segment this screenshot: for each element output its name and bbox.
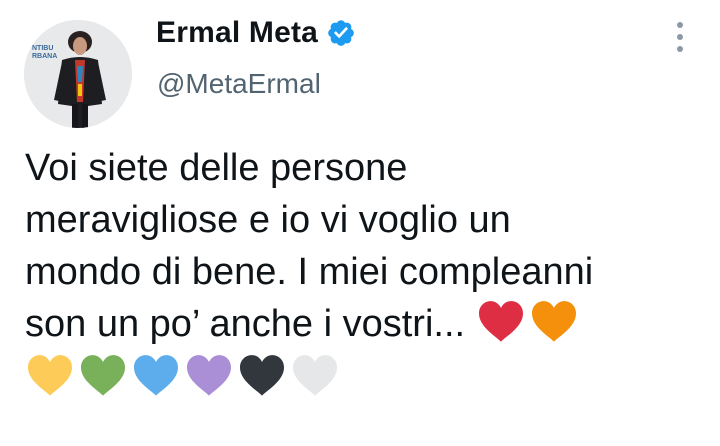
more-dot [677,22,683,28]
svg-text:RBANA: RBANA [32,53,57,60]
more-dot [677,34,683,40]
more-options-icon[interactable] [670,22,690,52]
verified-badge-icon [326,18,356,48]
tweet-text: Voi siete delle persone meravigliose e i… [25,142,705,404]
yellow-heart-icon [25,353,75,397]
blue-heart-icon [131,353,181,397]
tweet-card: NTIBU RBANA Ermal Meta @MetaErmal Voi si… [0,0,720,446]
tweet-line: meravigliose e io vi voglio un [25,199,511,241]
avatar[interactable]: NTIBU RBANA [24,20,132,128]
orange-heart-icon [529,299,579,343]
black-heart-icon [237,353,287,397]
user-handle[interactable]: @MetaErmal [157,68,321,100]
tweet-line: Voi siete delle persone [25,147,408,189]
more-dot [677,46,683,52]
hearts-row [25,352,705,404]
white-heart-icon [290,353,340,397]
display-name[interactable]: Ermal Meta [156,16,318,50]
tweet-line: mondo di bene. I miei compleanni [25,251,594,293]
purple-heart-icon [184,353,234,397]
red-heart-icon [476,299,526,343]
green-heart-icon [78,353,128,397]
author-name-row: Ermal Meta [156,16,356,50]
avatar-image: NTIBU RBANA [24,20,132,128]
tweet-line-text: son un po’ anche i vostri... [25,303,466,345]
inline-hearts [476,301,582,345]
tweet-line-last: son un po’ anche i vostri... [25,298,705,350]
svg-text:NTIBU: NTIBU [32,45,53,52]
